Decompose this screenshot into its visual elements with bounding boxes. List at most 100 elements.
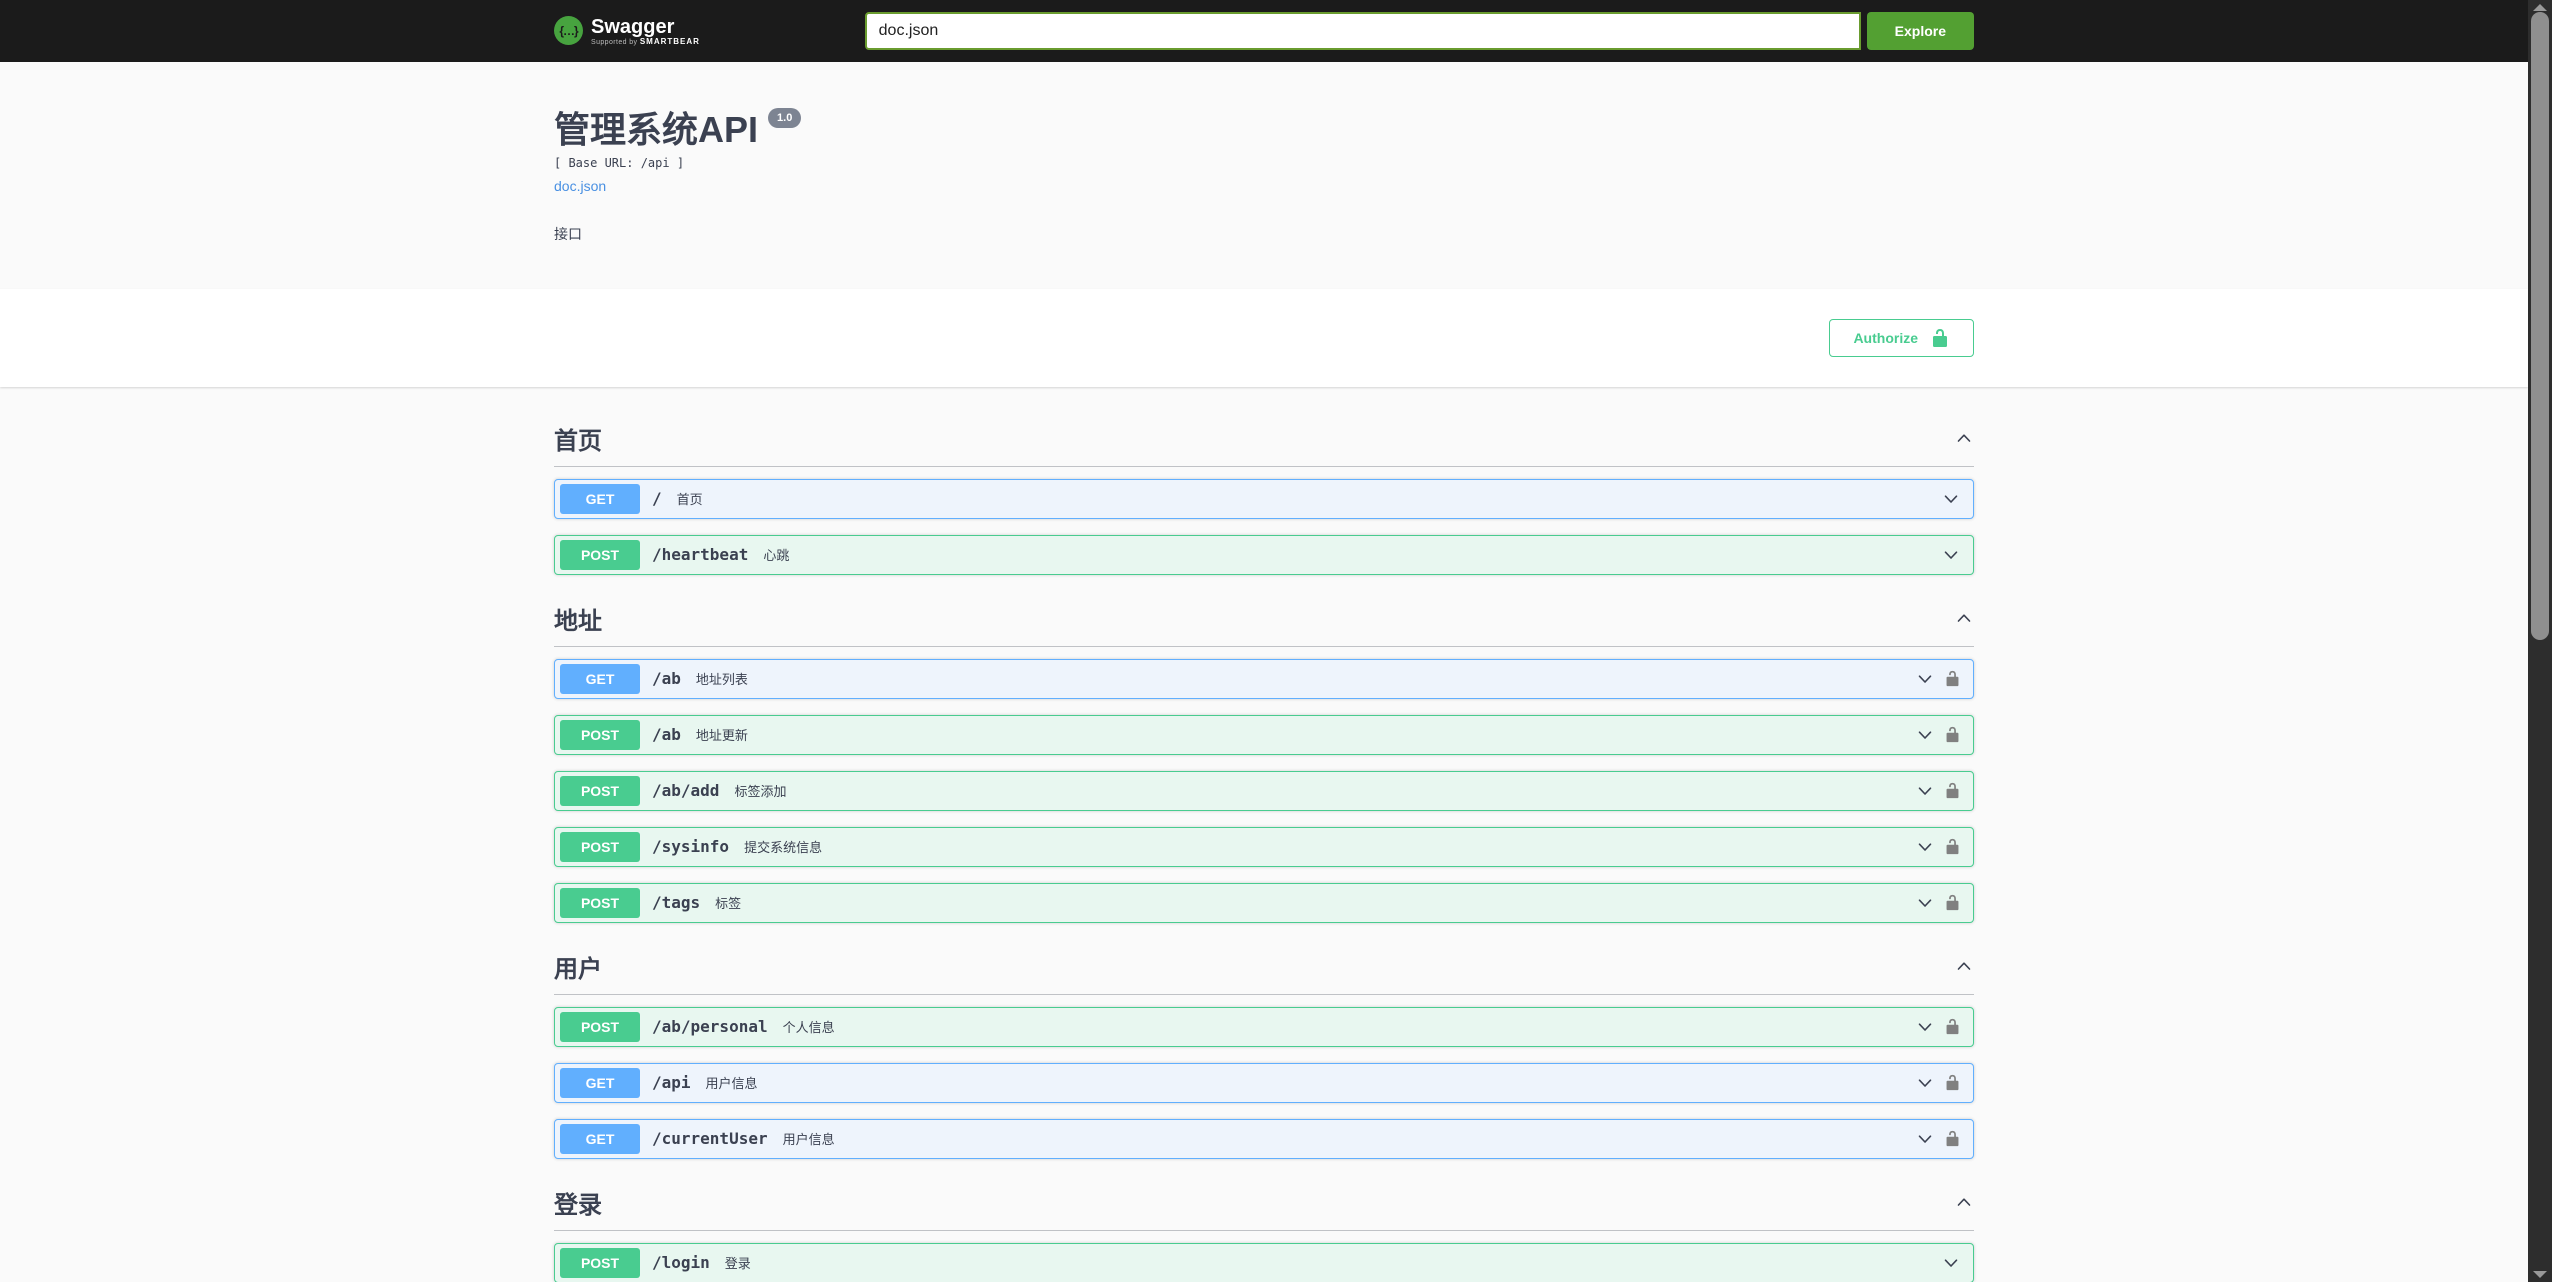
operation-path: /login — [652, 1253, 710, 1273]
lock-icon[interactable] — [1944, 1074, 1961, 1091]
api-title: 管理系统API 1.0 — [554, 108, 1974, 150]
swagger-ui-page: {…} Swagger Supported by SMARTBEAR Explo… — [0, 0, 2528, 1282]
chevron-down-icon[interactable] — [1941, 1253, 1961, 1273]
tagline-prefix: Supported by — [591, 38, 638, 46]
brand-tagline: Supported by SMARTBEAR — [591, 37, 700, 47]
api-title-text: 管理系统API — [554, 109, 759, 150]
unlock-icon — [1933, 328, 1947, 347]
method-badge: POST — [560, 775, 640, 806]
section-operations: POST /login 登录 POST /loginstatus 登录状态 — [554, 1242, 1974, 1282]
scroll-up-arrow-icon[interactable] — [2533, 4, 2547, 11]
operation-summary: 登录 — [724, 1256, 751, 1272]
lock-icon[interactable] — [1944, 670, 1961, 687]
operation-row[interactable]: POST /ab/add 标签添加 — [554, 770, 1974, 811]
chevron-down-icon[interactable] — [1941, 545, 1961, 565]
operation-summary: 标签 — [715, 896, 742, 912]
section-operations: POST /ab/personal 个人信息 GET /api 用户信息 GET… — [554, 1006, 1974, 1159]
scrollbar[interactable] — [2528, 0, 2552, 1282]
chevron-down-icon[interactable] — [1941, 489, 1961, 509]
lock-icon[interactable] — [1944, 782, 1961, 799]
chevron-up-icon[interactable] — [1954, 956, 1974, 976]
section-operations: GET /ab 地址列表 POST /ab 地址更新 POST /ab/add … — [554, 658, 1974, 923]
operation-row[interactable]: GET / 首页 — [554, 478, 1974, 519]
lock-icon[interactable] — [1944, 894, 1961, 911]
lock-icon[interactable] — [1944, 726, 1961, 743]
chevron-down-icon[interactable] — [1915, 669, 1935, 689]
lock-icon[interactable] — [1944, 1130, 1961, 1147]
chevron-up-icon[interactable] — [1954, 608, 1974, 628]
topbar: {…} Swagger Supported by SMARTBEAR Explo… — [0, 0, 2528, 62]
operation-row[interactable]: POST /login 登录 — [554, 1242, 1974, 1282]
scroll-down-arrow-icon[interactable] — [2533, 1271, 2547, 1278]
brand-name: Swagger — [591, 15, 675, 38]
method-badge: POST — [560, 831, 640, 862]
section-header[interactable]: 地址 — [554, 591, 1974, 647]
operation-path: /ab/personal — [652, 1017, 768, 1037]
operation-path: /currentUser — [652, 1129, 768, 1149]
swagger-logo[interactable]: {…} Swagger Supported by SMARTBEAR — [554, 16, 700, 47]
operation-summary: 地址列表 — [695, 672, 748, 688]
braces-glyph: {…} — [559, 23, 578, 38]
method-badge: POST — [560, 719, 640, 750]
brand-text: Swagger Supported by SMARTBEAR — [591, 16, 700, 47]
authorize-label: Authorize — [1853, 329, 1918, 346]
method-badge: POST — [560, 887, 640, 918]
operations-list: 首页 GET / 首页 POST /heartbeat 心跳 地址 GET /a… — [534, 387, 1994, 1282]
lock-icon[interactable] — [1944, 838, 1961, 855]
operation-row[interactable]: GET /currentUser 用户信息 — [554, 1118, 1974, 1159]
chevron-down-icon[interactable] — [1915, 1129, 1935, 1149]
version-text: 1.0 — [777, 112, 793, 124]
operation-row[interactable]: POST /tags 标签 — [554, 882, 1974, 923]
section-header[interactable]: 登录 — [554, 1175, 1974, 1231]
operation-path: /tags — [652, 893, 701, 913]
swagger-logo-icon: {…} — [554, 16, 583, 46]
operation-summary: 标签添加 — [734, 784, 787, 800]
method-badge: POST — [560, 539, 640, 570]
method-badge: POST — [560, 1247, 640, 1278]
chevron-up-icon[interactable] — [1954, 428, 1974, 448]
section-title: 地址 — [554, 607, 602, 635]
operation-path: /heartbeat — [652, 545, 749, 565]
api-section: 用户 POST /ab/personal 个人信息 GET /api 用户信息 … — [554, 939, 1974, 1159]
base-url: [ Base URL: /api ] — [554, 155, 685, 170]
operation-row[interactable]: GET /api 用户信息 — [554, 1062, 1974, 1103]
lock-icon[interactable] — [1944, 1018, 1961, 1035]
explore-button[interactable]: Explore — [1866, 12, 1974, 50]
operation-row[interactable]: POST /ab 地址更新 — [554, 714, 1974, 755]
method-badge: GET — [560, 663, 640, 694]
operation-summary: 地址更新 — [695, 728, 748, 744]
authorize-button[interactable]: Authorize — [1829, 318, 1974, 357]
scrollbar-thumb[interactable] — [2531, 12, 2549, 640]
operation-row[interactable]: POST /ab/personal 个人信息 — [554, 1006, 1974, 1047]
operation-path: / — [652, 489, 662, 509]
operation-row[interactable]: GET /ab 地址列表 — [554, 658, 1974, 699]
operation-row[interactable]: POST /sysinfo 提交系统信息 — [554, 826, 1974, 867]
operation-row[interactable]: POST /heartbeat 心跳 — [554, 534, 1974, 575]
section-operations: GET / 首页 POST /heartbeat 心跳 — [554, 478, 1974, 575]
section-title: 登录 — [554, 1191, 602, 1219]
section-header[interactable]: 首页 — [554, 411, 1974, 467]
chevron-down-icon[interactable] — [1915, 781, 1935, 801]
section-title: 用户 — [554, 955, 602, 983]
chevron-down-icon[interactable] — [1915, 1017, 1935, 1037]
spec-link[interactable]: doc.json — [554, 178, 606, 194]
operation-summary: 心跳 — [763, 548, 790, 564]
chevron-down-icon[interactable] — [1915, 893, 1935, 913]
method-badge: GET — [560, 1067, 640, 1098]
method-badge: GET — [560, 1123, 640, 1154]
chevron-down-icon[interactable] — [1915, 725, 1935, 745]
operation-path: /api — [652, 1073, 691, 1093]
spec-url-form: Explore — [864, 12, 1974, 50]
operation-summary: 个人信息 — [782, 1020, 835, 1036]
operation-path: /sysinfo — [652, 837, 730, 857]
chevron-down-icon[interactable] — [1915, 1073, 1935, 1093]
operation-path: /ab — [652, 725, 681, 745]
method-badge: POST — [560, 1011, 640, 1042]
api-description: 接口 — [554, 225, 582, 242]
scheme-container: Authorize — [0, 288, 2528, 387]
chevron-up-icon[interactable] — [1954, 1192, 1974, 1212]
api-section: 地址 GET /ab 地址列表 POST /ab 地址更新 POST /ab/a… — [554, 591, 1974, 923]
spec-url-input[interactable] — [864, 12, 1861, 50]
section-header[interactable]: 用户 — [554, 939, 1974, 995]
chevron-down-icon[interactable] — [1915, 837, 1935, 857]
